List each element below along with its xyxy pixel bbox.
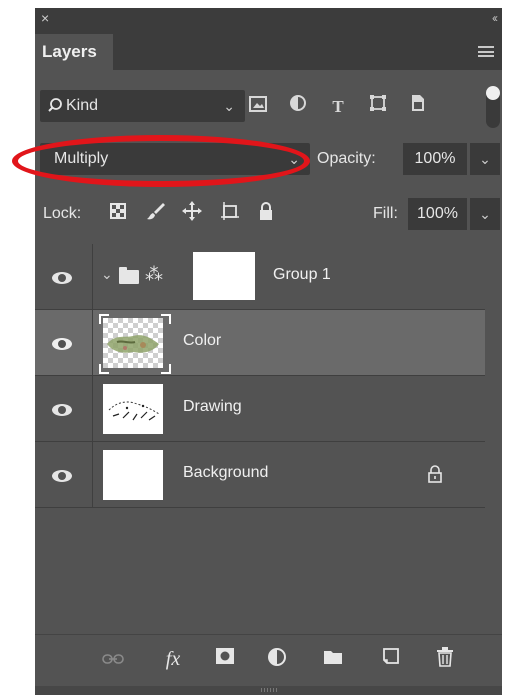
layer-name: Group 1 [273,266,331,283]
opacity-field[interactable]: 100% [403,143,467,175]
eye-icon[interactable] [52,404,72,416]
color-artwork-thumbnail [107,335,159,353]
blend-mode-select[interactable]: Multiply ⌄ [40,143,310,175]
visibility-cell [35,244,93,309]
selection-corner [161,364,171,374]
delete-layer-icon[interactable] [433,647,457,671]
layer-name: Background [183,464,269,481]
smart-object-filter-icon[interactable] [405,94,431,120]
visibility-cell [35,442,93,507]
eye-icon[interactable] [52,272,72,284]
lock-image-pixels-brush-icon[interactable] [143,201,169,227]
drawing-artwork-thumbnail [108,401,160,421]
layer-row-color[interactable]: Color [35,310,485,376]
tab-layers[interactable]: Layers [35,34,113,70]
layers-footer-toolbar: fx [35,634,502,685]
type-filter-icon[interactable]: T [325,94,351,120]
layer-thumbnail[interactable] [103,450,163,500]
fx-icon[interactable]: fx [161,647,185,671]
lock-all-icon[interactable] [253,201,279,227]
lock-label: Lock: [43,205,82,222]
image-filter-icon[interactable] [245,94,271,120]
fill-dropdown-icon[interactable]: ⌄ [470,198,500,230]
hamburger-menu-icon[interactable] [478,46,494,57]
new-adjustment-icon[interactable] [265,647,289,671]
selection-corner [99,314,109,324]
close-icon[interactable]: × [41,10,49,26]
layer-thumbnail[interactable] [103,318,163,368]
chevron-down-icon: ⌄ [288,151,300,167]
fill-field[interactable]: 100% [408,198,467,230]
chevron-down-icon[interactable]: ⌄ [101,266,113,283]
layer-row-background[interactable]: Background [35,442,485,508]
new-layer-icon[interactable] [379,647,403,671]
resize-grip-icon[interactable] [261,688,277,692]
visibility-cell [35,310,93,375]
add-mask-icon[interactable] [213,647,237,671]
lock-position-move-icon[interactable] [179,201,205,227]
opacity-label: Opacity: [317,150,376,167]
layers-panel: × ‹‹ Layers Kind ⌄ T Multiply ⌄ Opacity:… [35,8,502,695]
filter-kind-select[interactable]: Kind ⌄ [40,90,245,122]
selection-corner [161,314,171,324]
opacity-dropdown-icon[interactable]: ⌄ [470,143,500,175]
panel-title-strip: × ‹‹ [35,8,502,30]
link-icon[interactable]: ⁂ [145,264,163,285]
lock-transparent-pixels-icon[interactable] [105,201,131,227]
lock-icon[interactable] [427,464,443,484]
adjustment-filter-icon[interactable] [285,94,311,120]
group-mask-thumbnail[interactable] [193,252,255,300]
collapse-icon[interactable]: ‹‹ [492,11,498,25]
shape-filter-icon[interactable] [365,94,391,120]
layer-name: Color [183,332,222,349]
blend-mode-value: Multiply [54,150,109,167]
filter-toggle[interactable] [486,86,500,128]
layer-row-drawing[interactable]: Drawing [35,376,485,442]
panel-resize-strip[interactable] [35,686,502,695]
panel-tab-bar: Layers [35,30,502,70]
visibility-cell [35,376,93,441]
eye-icon[interactable] [52,470,72,482]
fill-label: Fill: [373,205,398,222]
link-layers-icon[interactable] [101,647,125,671]
filter-kind-label: Kind [66,97,99,114]
layers-list: ⌄ ⁂ Group 1 Color Drawing Background [35,244,485,644]
new-group-icon[interactable] [321,647,345,671]
magnifier-icon [48,98,62,112]
selection-corner [99,364,109,374]
folder-icon [119,267,139,284]
eye-icon[interactable] [52,338,72,350]
layer-row-group-1[interactable]: ⌄ ⁂ Group 1 [35,244,485,310]
chevron-down-icon: ⌄ [223,98,235,114]
layer-thumbnail[interactable] [103,384,163,434]
lock-artboard-icon[interactable] [217,201,243,227]
layer-name: Drawing [183,398,242,415]
